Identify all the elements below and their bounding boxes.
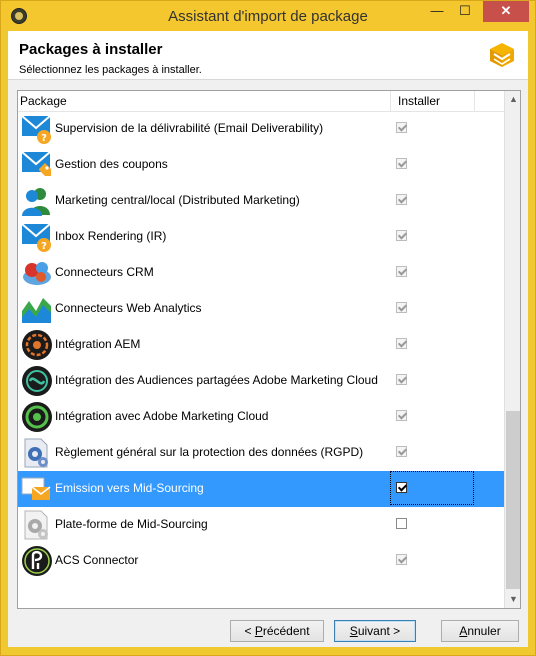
scroll-down-icon[interactable]: ▼ [505, 591, 520, 608]
package-row-mid-sourcing-emission[interactable]: Emission vers Mid-Sourcing [18, 471, 504, 507]
install-checkbox [396, 338, 407, 349]
cancel-button[interactable]: Annuler [441, 620, 519, 642]
mid-sourcing-platform-icon [24, 510, 48, 540]
install-checkbox [396, 446, 407, 457]
package-row-coupons[interactable]: Gestion des coupons [18, 147, 504, 183]
envelope-coupon-icon [21, 151, 51, 176]
package-label: Supervision de la délivrabilité (Email D… [55, 121, 324, 135]
wizard-header: Packages à installer Sélectionnez les pa… [8, 31, 528, 80]
package-row-acs-connector[interactable]: ACS Connector [18, 543, 504, 579]
svg-text:?: ? [41, 133, 47, 144]
package-label: Connecteurs Web Analytics [55, 301, 202, 315]
install-checkbox [396, 230, 407, 241]
envelope-question-icon: ? [21, 223, 51, 252]
previous-button-mnemonic: P [254, 624, 263, 638]
package-label: ACS Connector [55, 553, 139, 567]
wizard-body: Package Installer ? Supervision de la dé… [8, 80, 528, 647]
aem-icon [22, 330, 52, 360]
package-row-shared-audiences[interactable]: Intégration des Audiences partagées Adob… [18, 363, 504, 399]
acs-connector-icon [22, 546, 52, 576]
close-button[interactable]: ✕ [483, 1, 529, 22]
package-label: Plate-forme de Mid-Sourcing [55, 517, 208, 531]
install-checkbox [396, 410, 407, 421]
package-label: Connecteurs CRM [55, 265, 154, 279]
column-divider[interactable] [390, 91, 391, 111]
package-row-inbox-rendering[interactable]: ? Inbox Rendering (IR) [18, 219, 504, 255]
web-analytics-icon [22, 298, 51, 323]
package-row-marketing-cloud[interactable]: Intégration avec Adobe Marketing Cloud [18, 399, 504, 435]
scroll-up-icon[interactable]: ▲ [505, 91, 520, 108]
cancel-button-label: nnuler [467, 624, 501, 638]
install-checkbox [396, 554, 407, 565]
package-row-web-analytics[interactable]: Connecteurs Web Analytics [18, 291, 504, 327]
next-button-mnemonic: S [349, 624, 358, 638]
minimize-button[interactable]: — [423, 1, 451, 22]
package-label: Intégration avec Adobe Marketing Cloud [55, 409, 269, 423]
package-row-aem-integration[interactable]: Intégration AEM [18, 327, 504, 363]
vertical-scrollbar[interactable]: ▲ ▼ [504, 91, 520, 608]
package-label: Gestion des coupons [55, 157, 168, 171]
crm-connectors-icon [23, 262, 51, 285]
install-checkbox[interactable] [396, 482, 407, 493]
package-label: Intégration AEM [55, 337, 141, 351]
install-checkbox [396, 374, 407, 385]
maximize-button[interactable]: ☐ [451, 1, 479, 22]
install-checkbox [396, 266, 407, 277]
import-package-wizard-window: Assistant d'import de package — ☐ ✕ Pack… [0, 0, 536, 656]
users-icon [22, 188, 50, 216]
package-label: Règlement général sur la protection des … [55, 445, 364, 459]
package-list[interactable]: Package Installer ? Supervision de la dé… [17, 90, 521, 609]
package-row-gdpr[interactable]: Règlement général sur la protection des … [18, 435, 504, 471]
package-box-icon [490, 43, 514, 67]
next-button-label: uivant > [357, 624, 401, 638]
previous-button-prefix: < [244, 624, 255, 638]
package-row-mid-sourcing-platform[interactable]: Plate-forme de Mid-Sourcing [18, 507, 504, 543]
title-bar[interactable]: Assistant d'import de package — ☐ ✕ [1, 1, 535, 31]
next-button[interactable]: Suivant > [334, 620, 416, 642]
package-label: Marketing central/local (Distributed Mar… [55, 193, 300, 207]
page-title: Packages à installer [19, 41, 163, 58]
package-label: Intégration des Audiences partagées Adob… [55, 373, 378, 387]
gdpr-gear-icon [24, 438, 48, 468]
shared-audiences-icon [22, 366, 52, 396]
envelope-question-icon: ? [21, 115, 51, 144]
scroll-thumb[interactable] [506, 411, 520, 589]
install-checkbox [396, 122, 407, 133]
list-header: Package Installer [18, 91, 504, 112]
dialog-client: Packages à installer Sélectionnez les pa… [8, 31, 528, 647]
column-header-package[interactable]: Package [20, 94, 67, 108]
package-row-crm-connectors[interactable]: Connecteurs CRM [18, 255, 504, 291]
mid-sourcing-emission-icon [21, 477, 51, 500]
previous-button-label: récédent [262, 624, 310, 638]
page-subtitle: Sélectionnez les packages à installer. [19, 64, 202, 76]
column-header-install[interactable]: Installer [398, 94, 440, 108]
install-checkbox [396, 158, 407, 169]
column-divider[interactable] [474, 91, 475, 111]
install-checkbox [396, 302, 407, 313]
package-label: Inbox Rendering (IR) [55, 229, 167, 243]
package-label: Emission vers Mid-Sourcing [55, 481, 204, 495]
svg-text:?: ? [41, 241, 47, 252]
package-row-distributed-marketing[interactable]: Marketing central/local (Distributed Mar… [18, 183, 504, 219]
previous-button[interactable]: < Précédent [230, 620, 324, 642]
install-checkbox [396, 194, 407, 205]
install-checkbox[interactable] [396, 518, 407, 529]
package-row-email-deliverability[interactable]: ? Supervision de la délivrabilité (Email… [18, 111, 504, 147]
marketing-cloud-icon [22, 402, 52, 432]
